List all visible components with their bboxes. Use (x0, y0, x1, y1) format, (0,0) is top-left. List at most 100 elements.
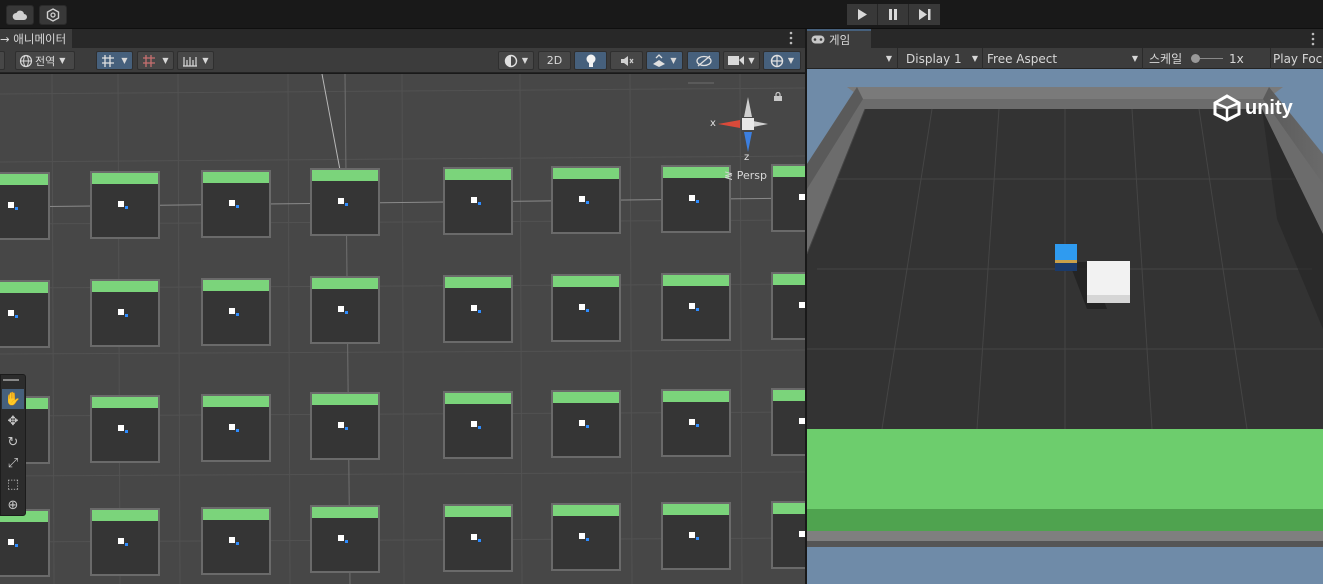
scene-tile[interactable] (661, 501, 731, 570)
scene-tile[interactable] (661, 272, 731, 341)
grid-snap-icon (102, 54, 115, 67)
scene-tile[interactable] (90, 507, 160, 576)
tile-player-marker (345, 540, 348, 544)
scene-tile[interactable] (661, 388, 731, 457)
cloud-button[interactable] (6, 5, 34, 25)
aspect-dropdown[interactable]: Free Aspect ▼ (982, 48, 1142, 69)
tab-game[interactable]: 게임 (807, 29, 871, 48)
tile-object-marker (579, 196, 585, 202)
scene-tile[interactable] (201, 169, 271, 238)
move-tool[interactable]: ✥ (2, 411, 24, 431)
tile-object-marker (471, 421, 477, 428)
scene-tile[interactable] (551, 166, 621, 234)
increment-snap-button[interactable]: ▼ (177, 51, 214, 70)
tile-object-marker (689, 418, 695, 425)
game-view-dropdown[interactable]: ▼ (807, 48, 897, 69)
scene-left-dropdown[interactable] (0, 51, 5, 70)
global-dropdown[interactable]: 전역 ▼ (15, 51, 75, 70)
lighting-toggle[interactable] (574, 51, 607, 70)
tab-animator[interactable]: → 애니메이터 (0, 29, 73, 48)
scale-slider-thumb[interactable] (1191, 54, 1200, 63)
scene-tile[interactable] (0, 280, 50, 348)
scale-tool[interactable]: ⤢ (2, 453, 24, 473)
scene-tile[interactable] (201, 506, 271, 575)
chevron-down-icon: ▼ (1131, 54, 1138, 63)
scene-tile[interactable] (0, 172, 50, 240)
rect-tool[interactable]: ⬚ (2, 474, 24, 494)
scene-tile[interactable] (0, 509, 50, 577)
scene-tile[interactable] (771, 387, 805, 456)
scene-tile[interactable] (310, 505, 380, 574)
overlay-handle[interactable] (688, 82, 714, 84)
tile-green-bar (92, 509, 158, 521)
tile-object-marker (229, 307, 235, 314)
scene-tile[interactable] (443, 391, 513, 460)
scene-tile[interactable] (310, 392, 380, 461)
scene-tile[interactable] (771, 500, 805, 569)
pause-button[interactable] (878, 4, 909, 25)
scene-tile[interactable] (310, 276, 380, 345)
tile-object-marker (8, 202, 14, 208)
play-focus-dropdown[interactable]: Play Focu (1270, 48, 1323, 69)
play-button[interactable] (847, 4, 878, 25)
tile-player-marker (696, 423, 699, 427)
tile-player-marker (696, 199, 699, 203)
tile-player-marker (586, 309, 589, 312)
scene-toolbar: 전역 ▼ ▼ ▼ ▼ ▼ 2D ▼ ▼ ▼ (0, 48, 805, 73)
rotate-tool[interactable]: ↻ (2, 432, 24, 452)
step-button[interactable] (909, 4, 940, 25)
audio-toggle[interactable] (610, 51, 643, 70)
chevron-down-icon: ▼ (59, 56, 66, 65)
display-dropdown[interactable]: Display 1 ▼ (897, 48, 982, 69)
draw-mode-button[interactable]: ▼ (498, 51, 534, 70)
tile-object-marker (229, 423, 235, 430)
tile-player-marker (345, 311, 348, 315)
chevron-down-icon: ▼ (787, 56, 795, 65)
tile-object-marker (338, 306, 344, 313)
scene-tile[interactable] (443, 167, 513, 236)
tile-green-bar (0, 174, 48, 185)
game-more-button[interactable] (1311, 32, 1315, 49)
lock-icon (774, 91, 782, 101)
scene-view[interactable]: x z ≷ Persp (0, 74, 805, 584)
palette-drag-handle[interactable] (3, 379, 19, 381)
transform-tool[interactable]: ⊕ (2, 495, 24, 515)
grid-visibility-button[interactable]: ▼ (137, 51, 174, 70)
scene-tile[interactable] (90, 278, 160, 347)
collab-button[interactable] (39, 5, 67, 25)
persp-label[interactable]: ≷ Persp (724, 169, 767, 182)
scene-more-button[interactable] (789, 31, 793, 48)
scene-tile[interactable] (443, 275, 513, 344)
scene-tile[interactable] (201, 393, 271, 462)
tile-green-bar (445, 277, 511, 289)
play-icon (858, 9, 867, 20)
hand-tool[interactable]: ✋ (2, 389, 24, 409)
tile-object-marker (579, 420, 585, 426)
tile-green-bar (773, 273, 805, 285)
grid-snap-button[interactable]: ▼ (96, 51, 133, 70)
scene-tile[interactable] (551, 274, 621, 342)
scene-tile[interactable] (90, 170, 160, 239)
mode-2d-button[interactable]: 2D (538, 51, 571, 70)
tile-green-bar (445, 506, 511, 518)
scene-tile[interactable] (90, 394, 160, 463)
game-view[interactable]: unity (807, 69, 1323, 584)
scene-visibility-toggle[interactable] (687, 51, 720, 70)
lock-button[interactable] (774, 90, 782, 104)
scene-tab-bar: → 애니메이터 (0, 29, 805, 48)
scene-tile[interactable] (201, 277, 271, 346)
orientation-gizmo[interactable]: x z ≷ Persp (706, 92, 782, 182)
tile-player-marker (345, 203, 348, 207)
scene-tile[interactable] (551, 503, 621, 571)
camera-dropdown[interactable]: ▼ (723, 51, 760, 70)
tile-green-bar (203, 395, 269, 407)
gizmos-dropdown[interactable]: ▼ (763, 51, 801, 70)
scene-tile[interactable] (310, 168, 380, 237)
mode-2d-label: 2D (546, 54, 563, 67)
tile-player-marker (15, 544, 18, 547)
tile-object-marker (579, 304, 585, 310)
scene-tile[interactable] (771, 271, 805, 340)
scene-tile[interactable] (443, 504, 513, 573)
scene-tile[interactable] (551, 390, 621, 458)
effects-dropdown[interactable]: ▼ (646, 51, 683, 70)
